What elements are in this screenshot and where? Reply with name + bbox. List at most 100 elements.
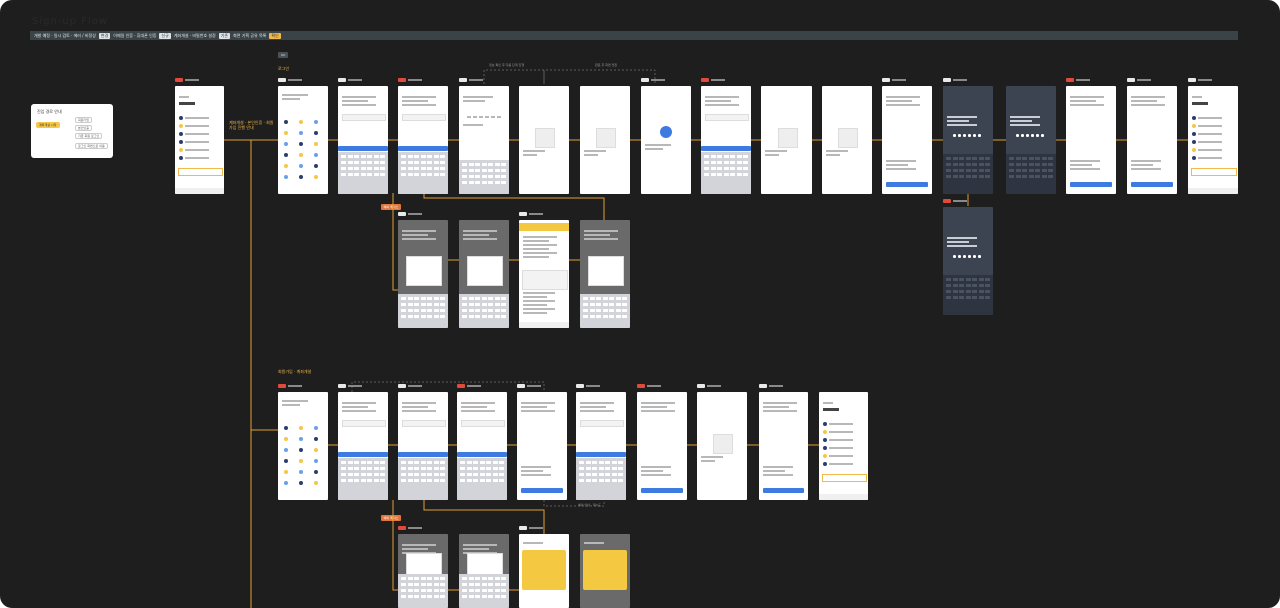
pin-dot (953, 134, 956, 137)
design-canvas[interactable]: Sign-up Flow 개발 예정 · 일시 검토 · 에러 / 비정상 변경 이… (0, 0, 1280, 608)
phone-screen[interactable] (761, 86, 812, 194)
phone-screen[interactable] (882, 86, 932, 194)
status-bar (517, 392, 567, 395)
phone-screen[interactable] (697, 392, 747, 500)
screen-tag (459, 77, 483, 82)
phone-screen[interactable] (338, 86, 388, 194)
status-bar (637, 392, 687, 395)
phone-screen[interactable] (1066, 86, 1116, 194)
phone-screen[interactable] (519, 86, 569, 194)
phone-screen[interactable] (1188, 86, 1238, 194)
key (615, 297, 621, 300)
phone-screen[interactable] (943, 86, 993, 194)
key (468, 577, 474, 580)
keyboard (398, 294, 448, 328)
phone-screen[interactable] (519, 534, 569, 608)
key (414, 583, 419, 586)
phone-screen[interactable] (459, 534, 509, 608)
screen-tag (175, 77, 199, 82)
phone-screen[interactable] (580, 86, 630, 194)
key (605, 461, 610, 464)
key (380, 479, 385, 482)
text-line (641, 410, 675, 412)
key (427, 161, 432, 164)
account-label (1198, 141, 1222, 143)
bank-icon (299, 459, 303, 463)
phone-screen[interactable] (278, 392, 328, 500)
bank-icon (314, 459, 318, 463)
phone-screen[interactable] (576, 392, 626, 500)
phone-screen[interactable] (398, 220, 448, 328)
phone-screen[interactable] (759, 392, 808, 500)
key (468, 583, 474, 586)
tag-text (288, 78, 302, 81)
tag-text (348, 384, 362, 387)
key (373, 155, 379, 158)
key (959, 169, 964, 172)
text-line (584, 542, 604, 544)
key (488, 583, 493, 586)
key (946, 163, 951, 166)
account-label (829, 463, 853, 465)
status-bar (175, 86, 224, 89)
text-line (823, 402, 833, 404)
phone-screen[interactable] (398, 534, 448, 608)
key (427, 467, 432, 470)
status-bar (398, 392, 448, 395)
phone-screen[interactable] (1127, 86, 1177, 194)
key (475, 169, 480, 172)
bank-icon (299, 426, 303, 430)
phone-screen[interactable] (398, 86, 448, 194)
key (367, 467, 372, 470)
phone-screen[interactable] (459, 86, 509, 194)
text-line (763, 474, 793, 476)
pin-slot (497, 116, 501, 118)
key (475, 181, 480, 184)
key (959, 163, 964, 166)
phone-screen[interactable] (819, 392, 868, 500)
key (1035, 169, 1040, 172)
phone-screen[interactable] (637, 392, 687, 500)
phone-screen[interactable] (278, 86, 328, 194)
key (354, 161, 359, 164)
phone-screen[interactable] (580, 220, 630, 328)
pin-slot (473, 116, 477, 118)
key (946, 290, 951, 293)
key (978, 157, 984, 160)
phone-screen[interactable] (943, 207, 993, 315)
key (946, 175, 951, 178)
tag-chip (943, 198, 951, 203)
phone-screen[interactable] (457, 392, 507, 500)
phone-screen[interactable] (580, 534, 630, 608)
key (373, 479, 379, 482)
phone-screen[interactable] (175, 86, 224, 194)
phone-screen[interactable] (519, 220, 569, 328)
key (462, 309, 467, 312)
phone-screen[interactable] (398, 392, 448, 500)
phone-screen[interactable] (338, 392, 388, 500)
bank-icon (299, 153, 303, 157)
text-line (282, 404, 300, 406)
key (622, 309, 627, 312)
key (401, 461, 406, 464)
input-field (461, 420, 505, 427)
phone-screen[interactable] (701, 86, 751, 194)
text-line (886, 100, 912, 102)
key (596, 309, 601, 312)
key (488, 297, 493, 300)
svg-text:예외 안내 · 재시도: 예외 안내 · 재시도 (578, 502, 601, 507)
key (407, 577, 413, 580)
key (433, 303, 439, 306)
text-line (584, 234, 610, 236)
phone-screen[interactable] (641, 86, 691, 194)
status-bar (822, 86, 872, 89)
text-line (1070, 100, 1096, 102)
phone-screen[interactable] (459, 220, 509, 328)
phone-screen[interactable] (517, 392, 567, 500)
bottom-nav (819, 494, 868, 500)
key (488, 175, 493, 178)
phone-screen[interactable] (1006, 86, 1056, 194)
phone-screen[interactable] (822, 86, 872, 194)
text-line (584, 238, 618, 240)
status-bar (1066, 86, 1116, 89)
